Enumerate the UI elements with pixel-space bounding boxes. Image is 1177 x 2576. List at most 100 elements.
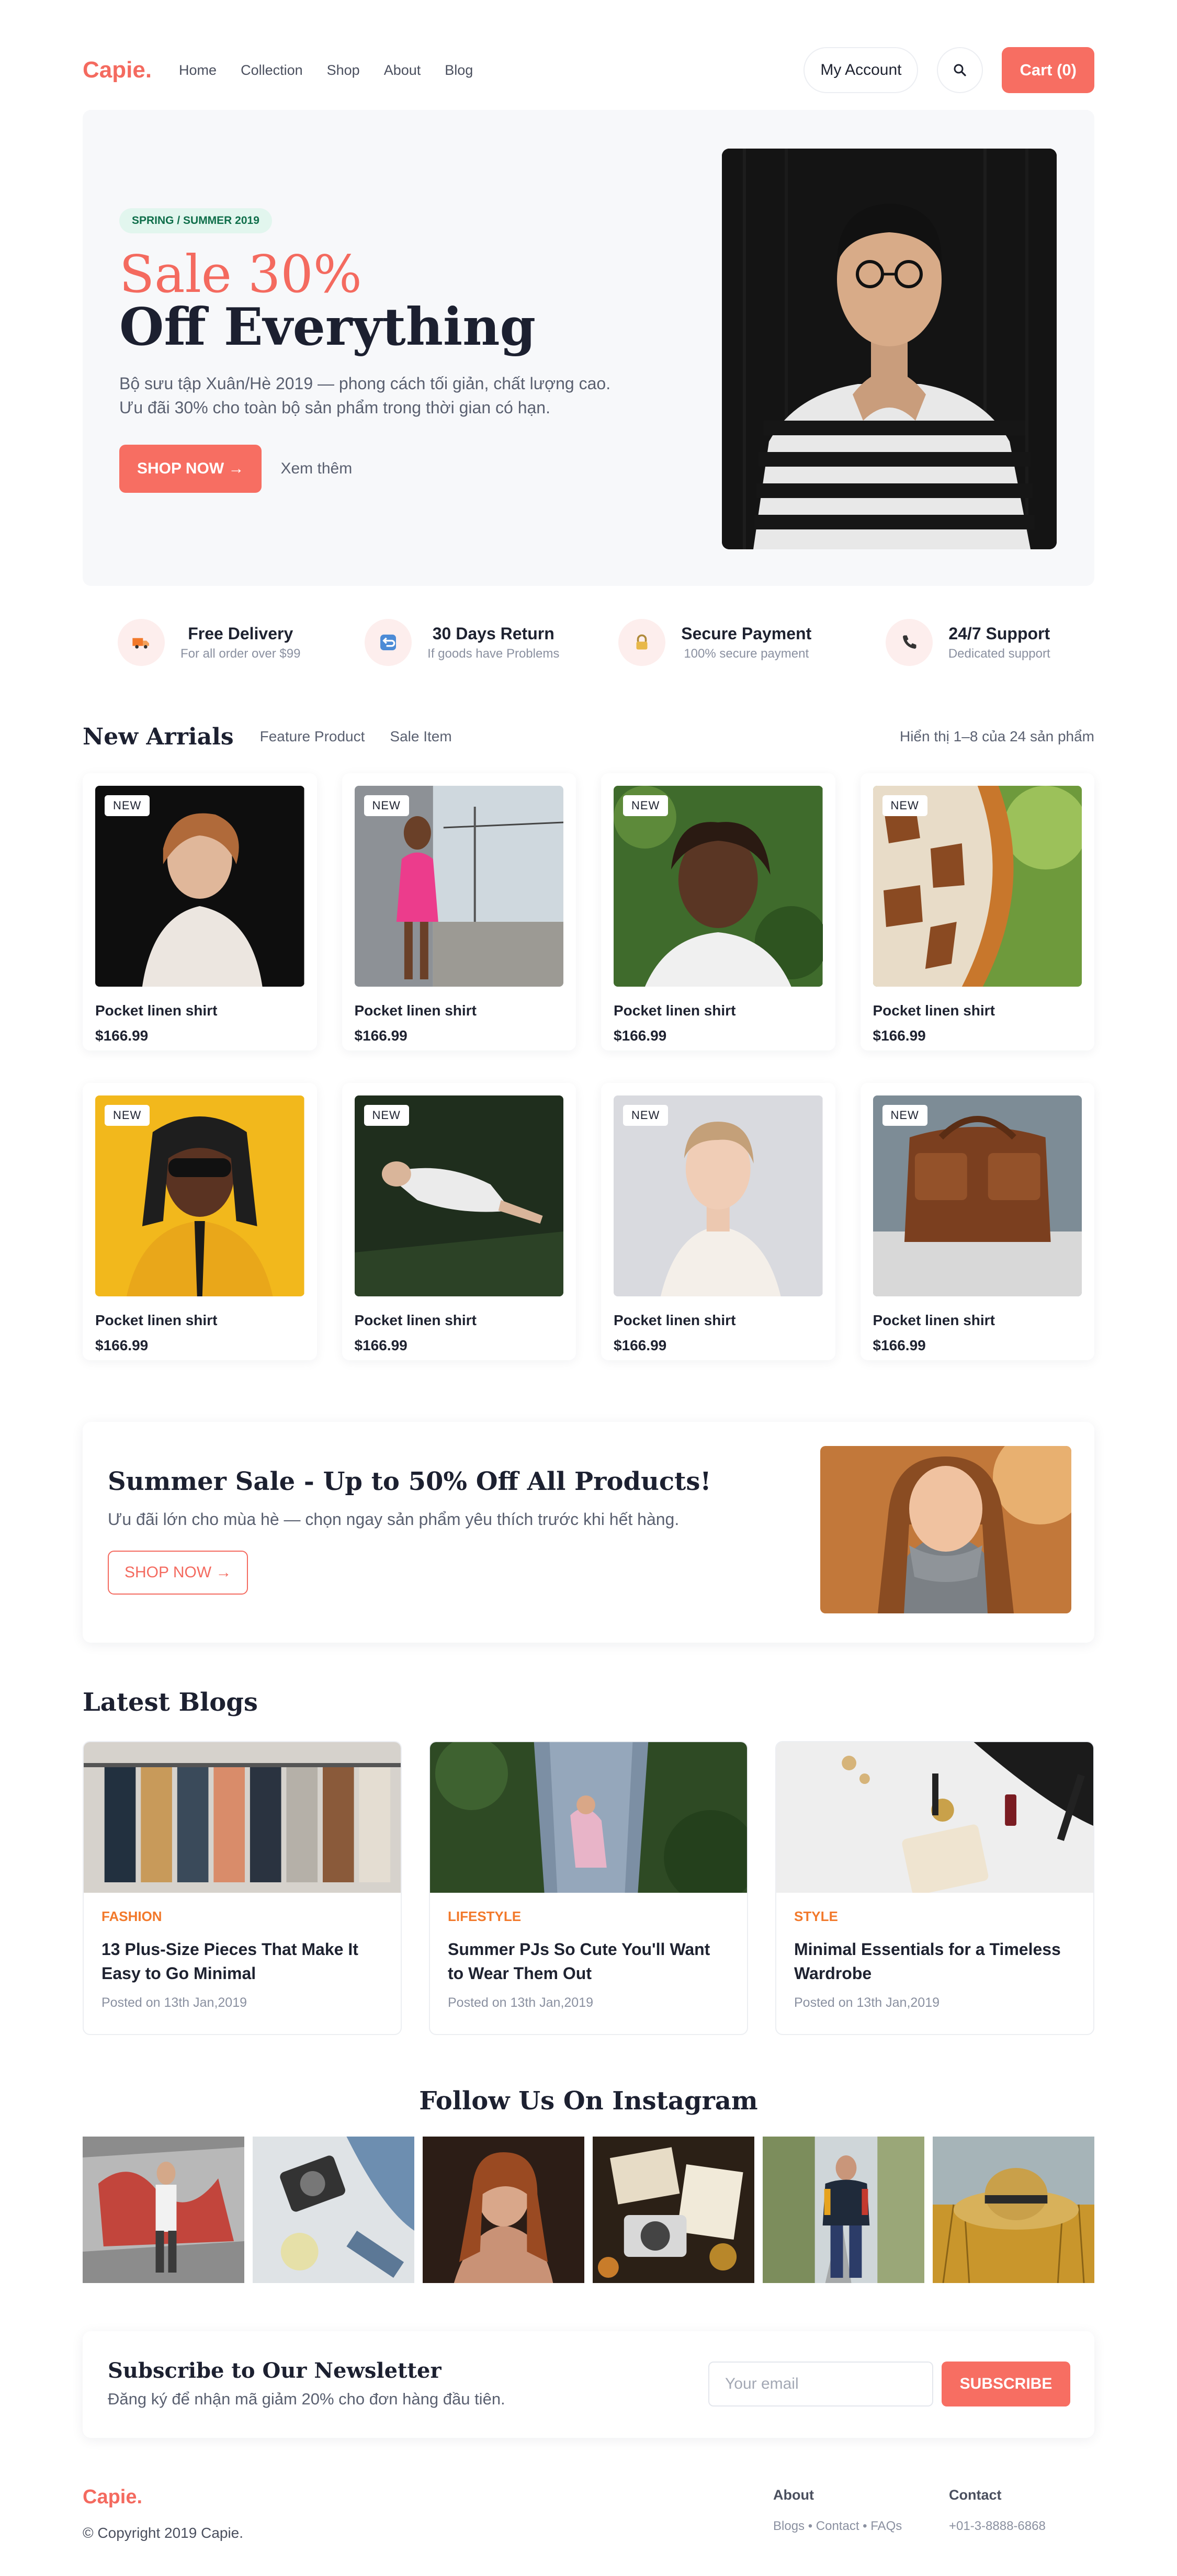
feature-title: Free Delivery bbox=[188, 624, 293, 643]
blog-category[interactable]: LIFESTYLE bbox=[448, 1908, 729, 1925]
instagram-photo[interactable] bbox=[763, 2137, 924, 2283]
feature-free-delivery: Free Delivery For all order over $99 bbox=[83, 611, 336, 674]
results-count: Hiển thị 1–8 của 24 sản phẩm bbox=[899, 728, 1094, 744]
blog-category[interactable]: STYLE bbox=[794, 1908, 1076, 1925]
site-header: Capie. Home Collection Shop About Blog M… bbox=[83, 46, 1094, 94]
footer-about-heading: About bbox=[773, 2487, 814, 2503]
instagram-photo[interactable] bbox=[253, 2137, 414, 2283]
blog-category[interactable]: FASHION bbox=[101, 1908, 383, 1925]
new-badge: NEW bbox=[364, 1105, 409, 1126]
blog-title[interactable]: Summer PJs So Cute You'll Want to Wear T… bbox=[448, 1937, 729, 1986]
product-price: $166.99 bbox=[873, 1027, 926, 1044]
nav-home[interactable]: Home bbox=[179, 62, 217, 78]
phone-icon bbox=[885, 619, 933, 666]
product-price: $166.99 bbox=[614, 1027, 667, 1044]
product-name[interactable]: Pocket linen shirt bbox=[614, 1312, 823, 1329]
instagram-photo[interactable] bbox=[423, 2137, 584, 2283]
newsletter-title: Subscribe to Our Newsletter bbox=[108, 2358, 442, 2383]
new-badge: NEW bbox=[105, 795, 150, 816]
blog-title[interactable]: Minimal Essentials for a Timeless Wardro… bbox=[794, 1937, 1076, 1986]
blog-title[interactable]: 13 Plus-Size Pieces That Make It Easy to… bbox=[101, 1937, 383, 1986]
email-input[interactable] bbox=[708, 2362, 933, 2406]
promo-photo bbox=[820, 1446, 1071, 1613]
my-account-button[interactable]: My Account bbox=[803, 47, 919, 93]
feature-title: 30 Days Return bbox=[432, 624, 554, 643]
product-price: $166.99 bbox=[614, 1337, 667, 1353]
product-name[interactable]: Pocket linen shirt bbox=[614, 1002, 823, 1019]
view-more-link[interactable]: Xem thêm bbox=[280, 460, 352, 478]
instagram-photo[interactable] bbox=[593, 2137, 754, 2283]
blog-date: Posted on 13th Jan,2019 bbox=[448, 1995, 594, 2010]
blog-body: LIFESTYLE Summer PJs So Cute You'll Want… bbox=[430, 1893, 747, 2026]
instagram-photo[interactable] bbox=[933, 2137, 1094, 2283]
shop-now-button[interactable]: SHOP NOW → bbox=[119, 445, 262, 493]
product-image: NEW bbox=[614, 1095, 823, 1296]
product-image: NEW bbox=[873, 786, 1082, 987]
product-card[interactable]: NEW Pocket linen shirt $166.99 bbox=[860, 1083, 1094, 1360]
nav-about[interactable]: About bbox=[384, 62, 421, 78]
products-section-header: New Arrials Feature Product Sale Item Hi… bbox=[83, 721, 1094, 752]
hero-banner: SPRING / SUMMER 2019 Sale 30% Off Everyt… bbox=[83, 110, 1094, 586]
feature-subtitle: 100% secure payment bbox=[684, 646, 809, 661]
new-badge: NEW bbox=[882, 795, 927, 816]
new-badge: NEW bbox=[364, 795, 409, 816]
product-card[interactable]: NEW Pocket linen shirt $166.99 bbox=[860, 773, 1094, 1050]
product-grid: NEW Pocket linen shirt $166.99 NEW Pocke… bbox=[83, 773, 1094, 1360]
feature-text: Secure Payment 100% secure payment bbox=[681, 624, 811, 661]
search-button[interactable] bbox=[937, 47, 983, 93]
product-card[interactable]: NEW Pocket linen shirt $166.99 bbox=[342, 1083, 576, 1360]
footer-logo[interactable]: Capie. bbox=[83, 2486, 142, 2509]
product-name[interactable]: Pocket linen shirt bbox=[873, 1002, 1082, 1019]
product-image: NEW bbox=[614, 786, 823, 987]
new-badge: NEW bbox=[882, 1105, 927, 1126]
subscribe-button[interactable]: SUBSCRIBE bbox=[942, 2362, 1070, 2406]
product-price: $166.99 bbox=[354, 1027, 408, 1044]
blog-card[interactable]: LIFESTYLE Summer PJs So Cute You'll Want… bbox=[429, 1741, 748, 2035]
blog-body: FASHION 13 Plus-Size Pieces That Make It… bbox=[84, 1893, 401, 2026]
logo[interactable]: Capie. bbox=[83, 57, 152, 83]
product-name[interactable]: Pocket linen shirt bbox=[355, 1312, 564, 1329]
feature-text: 30 Days Return If goods have Problems bbox=[427, 624, 559, 661]
new-badge: NEW bbox=[105, 1105, 150, 1126]
product-card[interactable]: NEW Pocket linen shirt $166.99 bbox=[83, 773, 317, 1050]
product-card[interactable]: NEW Pocket linen shirt $166.99 bbox=[83, 1083, 317, 1360]
blog-card[interactable]: FASHION 13 Plus-Size Pieces That Make It… bbox=[83, 1741, 402, 2035]
hero-title-sale: Sale 30% bbox=[119, 245, 362, 304]
product-name[interactable]: Pocket linen shirt bbox=[95, 1002, 304, 1019]
return-icon bbox=[365, 619, 412, 666]
cart-button[interactable]: Cart (0) bbox=[1002, 47, 1094, 93]
tab-feature-product[interactable]: Feature Product bbox=[260, 728, 365, 745]
promo-shop-now-button[interactable]: SHOP NOW → bbox=[108, 1551, 248, 1595]
blog-image bbox=[776, 1742, 1093, 1893]
product-card[interactable]: NEW Pocket linen shirt $166.99 bbox=[342, 773, 576, 1050]
nav-blog[interactable]: Blog bbox=[445, 62, 473, 78]
blog-card[interactable]: STYLE Minimal Essentials for a Timeless … bbox=[775, 1741, 1094, 2035]
footer-about-links[interactable]: Blogs • Contact • FAQs bbox=[773, 2519, 902, 2534]
product-card[interactable]: NEW Pocket linen shirt $166.99 bbox=[601, 1083, 835, 1360]
new-badge: NEW bbox=[623, 795, 669, 816]
product-name[interactable]: Pocket linen shirt bbox=[873, 1312, 1082, 1329]
instagram-photo[interactable] bbox=[83, 2137, 244, 2283]
nav-shop[interactable]: Shop bbox=[327, 62, 360, 78]
blog-date: Posted on 13th Jan,2019 bbox=[101, 1995, 247, 2010]
footer-contact-phone[interactable]: +01-3-8888-6868 bbox=[949, 2519, 1046, 2534]
nav-collection[interactable]: Collection bbox=[241, 62, 303, 78]
section-title: New Arrials bbox=[83, 723, 234, 750]
product-image: NEW bbox=[354, 1095, 563, 1296]
feature-subtitle: Dedicated support bbox=[948, 646, 1050, 661]
footer-contact-heading: Contact bbox=[949, 2487, 1002, 2503]
promo-description: Ưu đãi lớn cho mùa hè — chọn ngay sản ph… bbox=[108, 1510, 680, 1529]
instagram-title: Follow Us On Instagram bbox=[419, 2086, 758, 2116]
newsletter-section: Subscribe to Our Newsletter Đăng ký để n… bbox=[83, 2331, 1094, 2438]
feature-title: 24/7 Support bbox=[948, 624, 1050, 643]
product-image: NEW bbox=[95, 1095, 304, 1296]
hero-description: Bộ sưu tập Xuân/Hè 2019 — phong cách tối… bbox=[119, 371, 695, 420]
features-bar: Free Delivery For all order over $99 30 … bbox=[83, 611, 1094, 674]
product-card[interactable]: NEW Pocket linen shirt $166.99 bbox=[601, 773, 835, 1050]
tab-sale-item[interactable]: Sale Item bbox=[390, 728, 451, 745]
product-name[interactable]: Pocket linen shirt bbox=[95, 1312, 304, 1329]
blog-image bbox=[430, 1742, 747, 1893]
lock-icon bbox=[618, 619, 666, 666]
promo-title: Summer Sale - Up to 50% Off All Products… bbox=[108, 1467, 711, 1496]
product-name[interactable]: Pocket linen shirt bbox=[355, 1002, 564, 1019]
